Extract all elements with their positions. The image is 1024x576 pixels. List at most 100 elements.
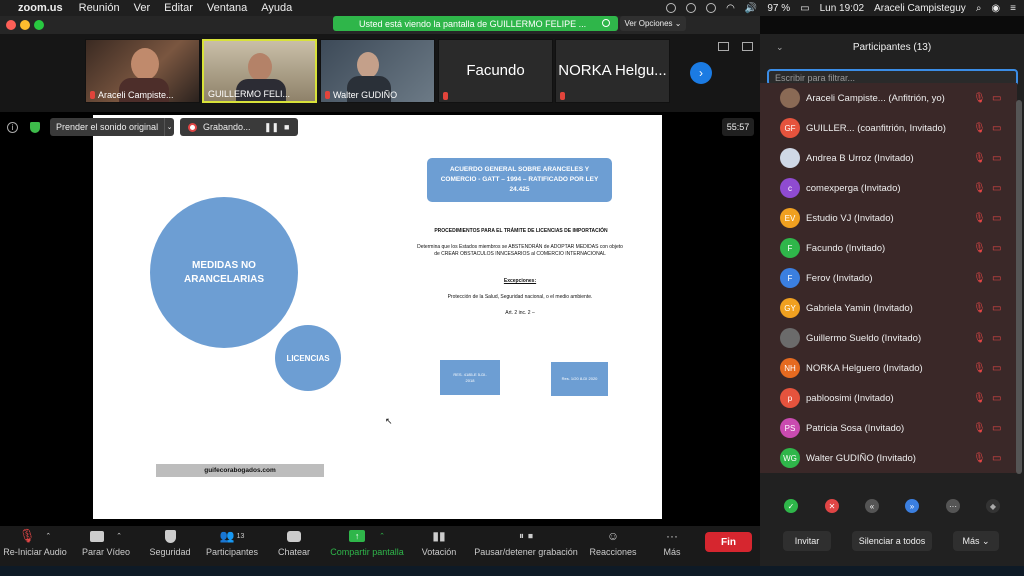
participants-scrollbar[interactable] xyxy=(1016,100,1022,474)
go-faster-icon[interactable]: » xyxy=(905,499,919,513)
participants-button[interactable]: 👥 13 Participantes xyxy=(203,528,261,557)
participant-row[interactable]: Andrea B Urroz (Invitado) 🎙 ▭ xyxy=(760,143,1017,173)
menu-ayuda[interactable]: Ayuda xyxy=(261,2,292,14)
participant-row[interactable]: c comexperga (Invitado) 🎙 ▭ xyxy=(760,173,1017,203)
muted-mic-icon[interactable]: 🎙 xyxy=(973,243,986,254)
muted-mic-icon[interactable]: 🎙 xyxy=(973,93,986,104)
muted-mic-icon[interactable]: 🎙 xyxy=(973,123,986,134)
video-tile[interactable]: Walter GUDIÑO xyxy=(320,39,435,103)
muted-mic-icon[interactable]: 🎙 xyxy=(973,303,986,314)
participant-row[interactable]: GY Gabriela Yamin (Invitado) 🎙 ▭ xyxy=(760,293,1017,323)
menu-ventana[interactable]: Ventana xyxy=(207,2,247,14)
next-page-arrow-icon[interactable]: › xyxy=(690,62,712,84)
siri-icon[interactable]: ◉ xyxy=(991,3,1000,14)
security-shield-icon[interactable] xyxy=(30,122,40,133)
stop-recording-icon[interactable]: ■ xyxy=(284,122,289,132)
mute-all-button[interactable]: Silenciar a todos xyxy=(852,531,932,551)
battery-percent[interactable]: 97 % xyxy=(767,3,790,14)
more-button[interactable]: ··· Más xyxy=(658,528,686,557)
participant-row[interactable]: GF GUILLER... (coanfitrión, Invitado) 🎙 ▭ xyxy=(760,113,1017,143)
no-reaction-icon[interactable]: ✕ xyxy=(825,499,839,513)
video-off-icon[interactable]: ▭ xyxy=(992,213,1001,224)
participant-row[interactable]: PS Patricia Sosa (Invitado) 🎙 ▭ xyxy=(760,413,1017,443)
status-icon[interactable] xyxy=(706,3,717,13)
video-tile[interactable]: Araceli Campiste... xyxy=(85,39,200,103)
volume-icon[interactable]: 🔊 xyxy=(745,3,757,14)
chevron-up-icon[interactable]: ⌃ xyxy=(116,532,122,540)
control-center-icon[interactable]: ≡ xyxy=(1010,3,1016,14)
yes-reaction-icon[interactable]: ✓ xyxy=(784,499,798,513)
audio-button[interactable]: 🎙 ⌃ Re-Iniciar Audio xyxy=(2,528,68,557)
user-name[interactable]: Araceli Campisteguy xyxy=(874,3,966,14)
battery-icon[interactable]: ▭ xyxy=(800,3,809,14)
video-off-icon[interactable]: ▭ xyxy=(992,453,1001,464)
participant-row[interactable]: F Ferov (Invitado) 🎙 ▭ xyxy=(760,263,1017,293)
video-off-icon[interactable]: ▭ xyxy=(992,153,1001,164)
chat-button[interactable]: Chatear xyxy=(276,528,312,557)
video-off-icon[interactable]: ▭ xyxy=(992,363,1001,374)
end-meeting-button[interactable]: Fin xyxy=(705,532,752,552)
muted-mic-icon[interactable]: 🎙 xyxy=(973,363,986,374)
video-off-icon[interactable]: ▭ xyxy=(992,273,1001,284)
video-off-icon[interactable]: ▭ xyxy=(992,123,1001,134)
clock[interactable]: Lun 19:02 xyxy=(820,3,865,14)
participant-row[interactable]: F Facundo (Invitado) 🎙 ▭ xyxy=(760,233,1017,263)
chevron-down-icon[interactable]: ⌄ xyxy=(164,118,174,136)
view-options-button[interactable]: Ver Opciones ⌄ xyxy=(620,16,686,31)
participant-row[interactable]: p pabloosimi (Invitado) 🎙 ▭ xyxy=(760,383,1017,413)
video-button[interactable]: ⌃ Parar Vídeo xyxy=(78,528,134,557)
participant-row[interactable]: WG Walter GUDIÑO (Invitado) 🎙 ▭ xyxy=(760,443,1017,473)
status-icon[interactable] xyxy=(686,3,697,13)
muted-mic-icon[interactable]: 🎙 xyxy=(973,423,986,434)
original-sound-button[interactable]: Prender el sonido original ⌄ xyxy=(50,118,174,136)
video-off-icon[interactable]: ▭ xyxy=(992,423,1001,434)
reactions-button[interactable]: ☺ Reacciones xyxy=(588,528,638,557)
go-slower-icon[interactable]: « xyxy=(865,499,879,513)
video-off-icon[interactable]: ▭ xyxy=(992,333,1001,344)
muted-mic-icon[interactable]: 🎙 xyxy=(973,183,986,194)
wifi-icon[interactable]: ◠ xyxy=(726,3,735,14)
muted-mic-icon[interactable]: 🎙 xyxy=(973,273,986,284)
poll-button[interactable]: ▮▮ Votación xyxy=(418,528,460,557)
participant-row[interactable]: Araceli Campiste... (Anfitrión, yo) 🎙 ▭ xyxy=(760,83,1017,113)
clear-reactions-icon[interactable]: ◆ xyxy=(986,499,1000,513)
more-reactions-icon[interactable]: ··· xyxy=(946,499,960,513)
video-tile[interactable]: Facundo xyxy=(438,39,553,103)
participant-row[interactable]: NH NORKA Helguero (Invitado) 🎙 ▭ xyxy=(760,353,1017,383)
menu-reunion[interactable]: Reunión xyxy=(79,2,120,14)
muted-mic-icon xyxy=(560,92,565,100)
video-tile[interactable]: NORKA Helgu... xyxy=(555,39,670,103)
record-control-button[interactable]: ⏸ ⏹ Pausar/detener grabación xyxy=(472,528,580,558)
info-icon[interactable]: i xyxy=(7,122,18,133)
muted-mic-icon[interactable]: 🎙 xyxy=(973,333,986,344)
menu-ver[interactable]: Ver xyxy=(134,2,151,14)
video-off-icon[interactable]: ▭ xyxy=(992,303,1001,314)
participant-row[interactable]: Guillermo Sueldo (Invitado) 🎙 ▭ xyxy=(760,323,1017,353)
share-screen-button[interactable]: ↑ ⌃ Compartir pantalla xyxy=(326,528,408,557)
minimize-window-button[interactable] xyxy=(20,20,30,30)
muted-mic-icon[interactable]: 🎙 xyxy=(973,453,986,464)
video-off-icon[interactable]: ▭ xyxy=(992,93,1001,104)
video-tile-active-speaker[interactable]: GUILLERMO FELI... xyxy=(202,39,317,103)
search-icon[interactable]: ⌕ xyxy=(976,3,982,14)
zoom-window-button[interactable] xyxy=(34,20,44,30)
fullscreen-icon[interactable] xyxy=(742,42,753,51)
muted-mic-icon[interactable]: 🎙 xyxy=(973,213,986,224)
video-off-icon[interactable]: ▭ xyxy=(992,243,1001,254)
video-off-icon[interactable]: ▭ xyxy=(992,393,1001,404)
status-icon[interactable] xyxy=(666,3,677,13)
participant-row[interactable]: EV Estudio VJ (Invitado) 🎙 ▭ xyxy=(760,203,1017,233)
chevron-up-icon[interactable]: ⌃ xyxy=(45,532,51,540)
chevron-up-icon[interactable]: ⌃ xyxy=(379,532,385,540)
layout-icon[interactable] xyxy=(718,42,729,51)
menu-editar[interactable]: Editar xyxy=(164,2,193,14)
invite-button[interactable]: Invitar xyxy=(783,531,831,551)
pause-recording-icon[interactable]: ❚❚ xyxy=(264,122,279,133)
panel-more-button[interactable]: Más ⌄ xyxy=(953,531,999,551)
muted-mic-icon[interactable]: 🎙 xyxy=(973,393,986,404)
security-button[interactable]: Seguridad xyxy=(146,528,194,557)
close-window-button[interactable] xyxy=(6,20,16,30)
video-off-icon[interactable]: ▭ xyxy=(992,183,1001,194)
muted-mic-icon[interactable]: 🎙 xyxy=(973,153,986,164)
app-menu[interactable]: zoom.us xyxy=(18,2,63,14)
